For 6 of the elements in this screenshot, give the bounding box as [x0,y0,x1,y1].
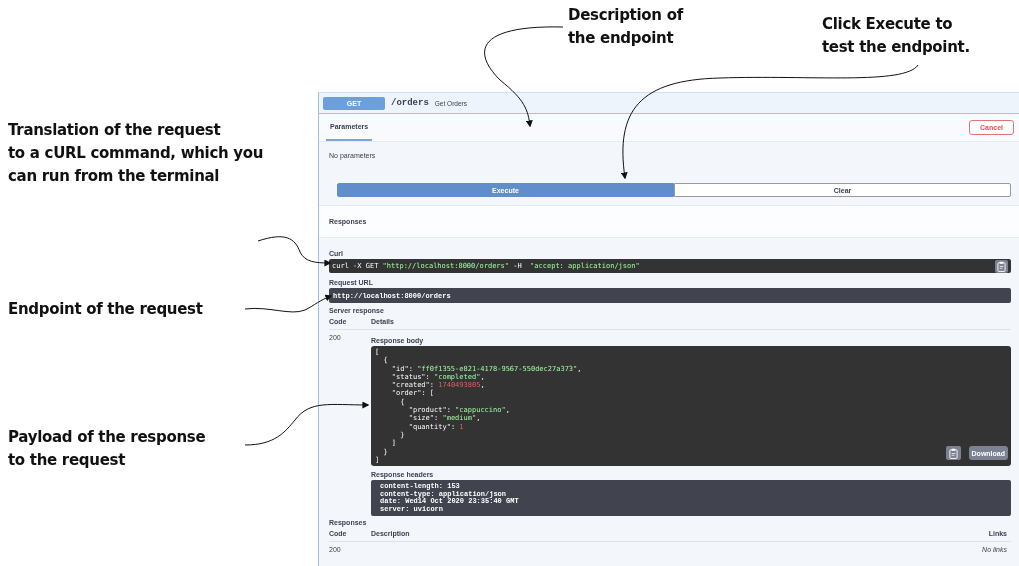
callout-text: Endpoint of the request [8,299,203,320]
callout-text: Translation of the request to a cURL command, which you can run from the terminal [8,120,264,187]
endpoint-path: /orders [391,98,429,108]
callout-text: Click Execute to test the endpoint. [822,14,970,58]
callout-text: Payload of the response to the request [8,427,206,471]
callout-text: Description of the endpoint [568,5,683,49]
